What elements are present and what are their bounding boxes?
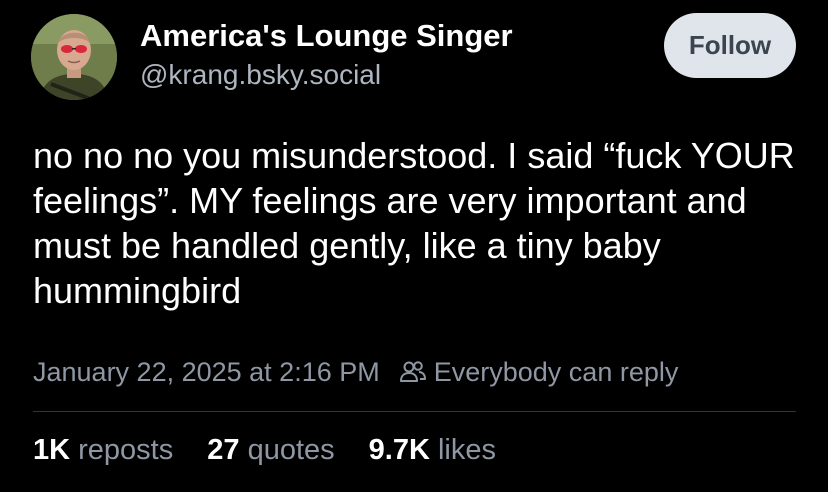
- author-display-name[interactable]: America's Lounge Singer: [140, 18, 513, 54]
- post-card: America's Lounge Singer @krang.bsky.soci…: [0, 0, 828, 492]
- reposts-label: reposts: [78, 434, 174, 466]
- quotes-count: 27: [207, 434, 248, 466]
- post-text: no no no you misunderstood. I said “fuck…: [33, 135, 795, 311]
- quotes-stat[interactable]: 27 quotes: [207, 434, 334, 467]
- reply-setting: Everybody can reply: [398, 356, 679, 388]
- post-meta: January 22, 2025 at 2:16 PM Everybody ca…: [33, 352, 678, 392]
- post-timestamp[interactable]: January 22, 2025 at 2:16 PM: [33, 357, 380, 388]
- likes-label: likes: [437, 434, 496, 466]
- quotes-label: quotes: [247, 434, 335, 466]
- avatar-image: [31, 14, 117, 100]
- post-stats: 1K reposts 27 quotes 9.7K likes: [33, 434, 530, 467]
- follow-button[interactable]: Follow: [664, 13, 796, 78]
- avatar[interactable]: [31, 14, 117, 100]
- reposts-stat[interactable]: 1K reposts: [33, 434, 173, 467]
- likes-count: 9.7K: [368, 434, 438, 466]
- author-info: America's Lounge Singer @krang.bsky.soci…: [140, 18, 513, 92]
- reply-setting-label: Everybody can reply: [433, 356, 679, 387]
- people-icon: [398, 357, 428, 387]
- likes-stat[interactable]: 9.7K likes: [369, 434, 496, 467]
- divider: [33, 411, 796, 412]
- author-handle[interactable]: @krang.bsky.social: [140, 58, 513, 92]
- reposts-count: 1K: [33, 434, 79, 466]
